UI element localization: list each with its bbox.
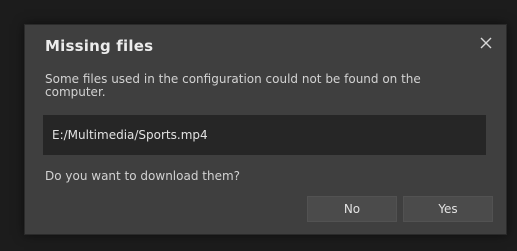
close-button[interactable] — [476, 33, 496, 53]
dialog-question: Do you want to download them? — [45, 169, 241, 183]
yes-button-label: Yes — [438, 202, 458, 216]
missing-file-path-text: E:/Multimedia/Sports.mp4 — [52, 128, 208, 142]
yes-button[interactable]: Yes — [403, 196, 493, 222]
missing-file-path: E:/Multimedia/Sports.mp4 — [43, 115, 486, 155]
dialog-title: Missing files — [45, 37, 154, 55]
no-button-label: No — [343, 202, 361, 216]
dialog-message: Some files used in the configuration cou… — [45, 72, 421, 99]
close-icon — [480, 37, 492, 49]
no-button[interactable]: No — [307, 196, 397, 222]
missing-files-dialog: Missing files Some files used in the con… — [24, 24, 507, 235]
